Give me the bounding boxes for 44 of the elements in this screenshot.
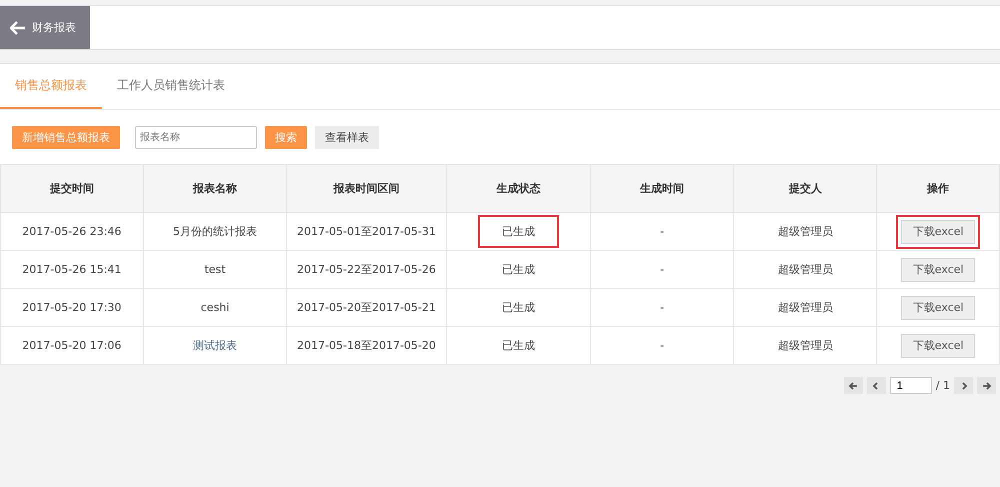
table-cell: 超级管理员 <box>734 250 877 288</box>
column-header: 操作 <box>876 164 1000 212</box>
table-cell: 超级管理员 <box>734 326 877 364</box>
page-total: / 1 <box>936 379 950 392</box>
table-cell-text: 已生成 <box>500 300 536 316</box>
column-header: 报表时间区间 <box>286 164 446 212</box>
search-field[interactable]: 报表名称 <box>135 126 257 148</box>
table-cell-text: 已生成 <box>500 262 536 278</box>
table-cell: 已生成 <box>478 215 559 248</box>
column-header: 报表名称 <box>143 164 287 212</box>
table-cell: 2017-05-22至2017-05-26 <box>286 250 446 288</box>
table-cell: 2017-05-20至2017-05-21 <box>286 288 446 326</box>
table-cell: 2017-05-01至2017-05-31 <box>286 212 446 250</box>
column-header: 生成状态 <box>446 164 591 212</box>
table-cell-text: 已生成 <box>500 338 536 354</box>
column-header: 提交人 <box>734 164 877 212</box>
next-page-button[interactable] <box>954 377 973 394</box>
back-button[interactable]: 财务报表 <box>0 6 90 49</box>
column-header: 生成时间 <box>590 164 734 212</box>
table-cell: 测试报表 <box>143 326 287 364</box>
table-cell: 2017-05-20 17:30 <box>0 288 144 326</box>
page-field[interactable]: 1 <box>890 377 932 394</box>
table-cell: - <box>590 288 734 326</box>
table-cell: 5月份的统计报表 <box>143 212 287 250</box>
previous-page-button[interactable] <box>866 377 886 394</box>
tab[interactable]: 工作人员销售统计表 <box>102 64 240 109</box>
view-sample-button[interactable]: 查看样表 <box>315 126 379 148</box>
column-header: 提交时间 <box>0 164 144 212</box>
table-cell: test <box>143 250 287 288</box>
table-cell: 2017-05-18至2017-05-20 <box>286 326 446 364</box>
table-cell: - <box>590 250 734 288</box>
table-cell: - <box>590 326 734 364</box>
table-cell: 超级管理员 <box>734 288 877 326</box>
last-page-button[interactable] <box>977 377 996 394</box>
arrow-left-icon <box>848 380 858 390</box>
arrow-right-icon <box>982 380 992 390</box>
arrow-left-icon <box>10 20 26 34</box>
table-cell: 2017-05-20 17:06 <box>0 326 144 364</box>
table-cell: 2017-05-26 23:46 <box>0 212 144 250</box>
table-cell: 超级管理员 <box>734 212 877 250</box>
table-cell: ceshi <box>143 288 287 326</box>
first-page-button[interactable] <box>844 377 863 394</box>
table-cell: - <box>590 212 734 250</box>
table-cell: 2017-05-26 15:41 <box>0 250 144 288</box>
